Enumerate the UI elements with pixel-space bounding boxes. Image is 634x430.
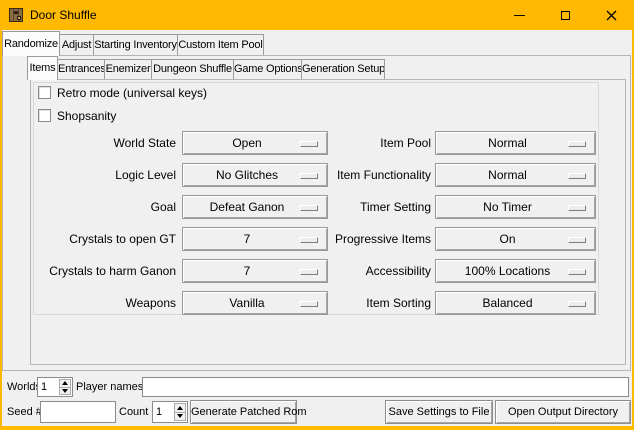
weapons-dropdown[interactable]: Vanilla (182, 291, 328, 315)
shopsanity-label: Shopsanity (57, 108, 116, 124)
crystals-ganon-dropdown[interactable]: 7 (182, 259, 328, 283)
progressive-items-dropdown[interactable]: On (435, 227, 596, 251)
weapons-label: Weapons (33, 291, 176, 315)
retro-mode-checkbox[interactable] (38, 86, 51, 99)
door-icon (8, 7, 24, 23)
item-functionality-label: Item Functionality (334, 163, 431, 187)
titlebar: Door Shuffle (0, 0, 634, 30)
spin-down-button[interactable] (59, 388, 71, 396)
item-pool-label: Item Pool (334, 131, 431, 155)
dropdown-indicator-icon (568, 173, 586, 179)
dropdown-indicator-icon (300, 301, 318, 307)
arrow-down-icon (177, 414, 183, 418)
maximize-icon (561, 11, 570, 20)
worlds-spinner[interactable]: 1 (37, 377, 73, 397)
maximize-button[interactable] (542, 0, 588, 30)
dropdown-indicator-icon (568, 269, 586, 275)
crystals-gt-dropdown[interactable]: 7 (182, 227, 328, 251)
crystals-ganon-label: Crystals to harm Ganon (33, 259, 176, 283)
logic-level-dropdown[interactable]: No Glitches (182, 163, 328, 187)
window-border (0, 426, 634, 430)
item-sorting-label: Item Sorting (334, 291, 431, 315)
save-settings-button[interactable]: Save Settings to File (385, 400, 493, 424)
worlds-label: Worlds (7, 377, 41, 397)
spin-up-button[interactable] (59, 379, 71, 388)
timer-setting-label: Timer Setting (334, 195, 431, 219)
world-state-dropdown[interactable]: Open (182, 131, 328, 155)
tab-generation-setup[interactable]: Generation Setup (301, 59, 385, 79)
minimize-icon (514, 15, 525, 16)
dropdown-indicator-icon (300, 237, 318, 243)
door-shuffle-window: Door Shuffle Randomize Adjust Starting I… (0, 0, 634, 430)
close-button[interactable] (588, 0, 634, 30)
dropdown-indicator-icon (300, 269, 318, 275)
logic-level-label: Logic Level (33, 163, 176, 187)
progressive-items-label: Progressive Items (334, 227, 431, 251)
dropdown-indicator-icon (300, 205, 318, 211)
arrow-down-icon (62, 389, 68, 393)
dropdown-indicator-icon (568, 141, 586, 147)
spinner-arrows (174, 403, 186, 421)
tab-starting-inventory[interactable]: Starting Inventory (93, 34, 178, 55)
accessibility-label: Accessibility (334, 259, 431, 283)
dropdown-indicator-icon (300, 141, 318, 147)
tab-custom-item-pool[interactable]: Custom Item Pool (177, 34, 264, 55)
dropdown-indicator-icon (568, 237, 586, 243)
goal-label: Goal (33, 195, 176, 219)
item-sorting-dropdown[interactable]: Balanced (435, 291, 596, 315)
tab-enemizer[interactable]: Enemizer (104, 59, 152, 79)
spin-down-button[interactable] (174, 413, 186, 422)
dropdown-indicator-icon (568, 301, 586, 307)
close-icon (606, 10, 617, 21)
tab-entrances[interactable]: Entrances (57, 59, 105, 79)
tab-dungeon-shuffle[interactable]: Dungeon Shuffle (151, 59, 234, 79)
goal-dropdown[interactable]: Defeat Ganon (182, 195, 328, 219)
generate-patched-rom-button[interactable]: Generate Patched Rom (190, 400, 297, 424)
seed-input[interactable] (40, 401, 116, 423)
arrow-up-icon (62, 381, 68, 385)
tab-randomize[interactable]: Randomize (2, 31, 60, 56)
window-title: Door Shuffle (30, 0, 97, 30)
dropdown-indicator-icon (568, 205, 586, 211)
tab-game-options[interactable]: Game Options (233, 59, 302, 79)
dropdown-indicator-icon (300, 173, 318, 179)
timer-setting-dropdown[interactable]: No Timer (435, 195, 596, 219)
player-names-input[interactable] (142, 377, 629, 397)
retro-mode-label: Retro mode (universal keys) (57, 85, 207, 101)
count-spinner[interactable]: 1 (152, 401, 188, 423)
minimize-button[interactable] (496, 0, 542, 30)
item-pool-dropdown[interactable]: Normal (435, 131, 596, 155)
count-value: 1 (156, 402, 173, 422)
open-output-directory-button[interactable]: Open Output Directory (495, 400, 631, 424)
shopsanity-checkbox[interactable] (38, 109, 51, 122)
arrow-up-icon (177, 406, 183, 410)
item-functionality-dropdown[interactable]: Normal (435, 163, 596, 187)
tab-adjust[interactable]: Adjust (59, 34, 94, 55)
crystals-gt-label: Crystals to open GT (33, 227, 176, 251)
player-names-label: Player names (76, 377, 143, 397)
world-state-label: World State (33, 131, 176, 155)
spin-up-button[interactable] (174, 403, 186, 413)
tab-items[interactable]: Items (27, 56, 58, 80)
seed-label: Seed # (7, 401, 42, 423)
accessibility-dropdown[interactable]: 100% Locations (435, 259, 596, 283)
worlds-value: 1 (41, 378, 58, 396)
count-label: Count (119, 401, 148, 423)
spinner-arrows (59, 379, 71, 395)
